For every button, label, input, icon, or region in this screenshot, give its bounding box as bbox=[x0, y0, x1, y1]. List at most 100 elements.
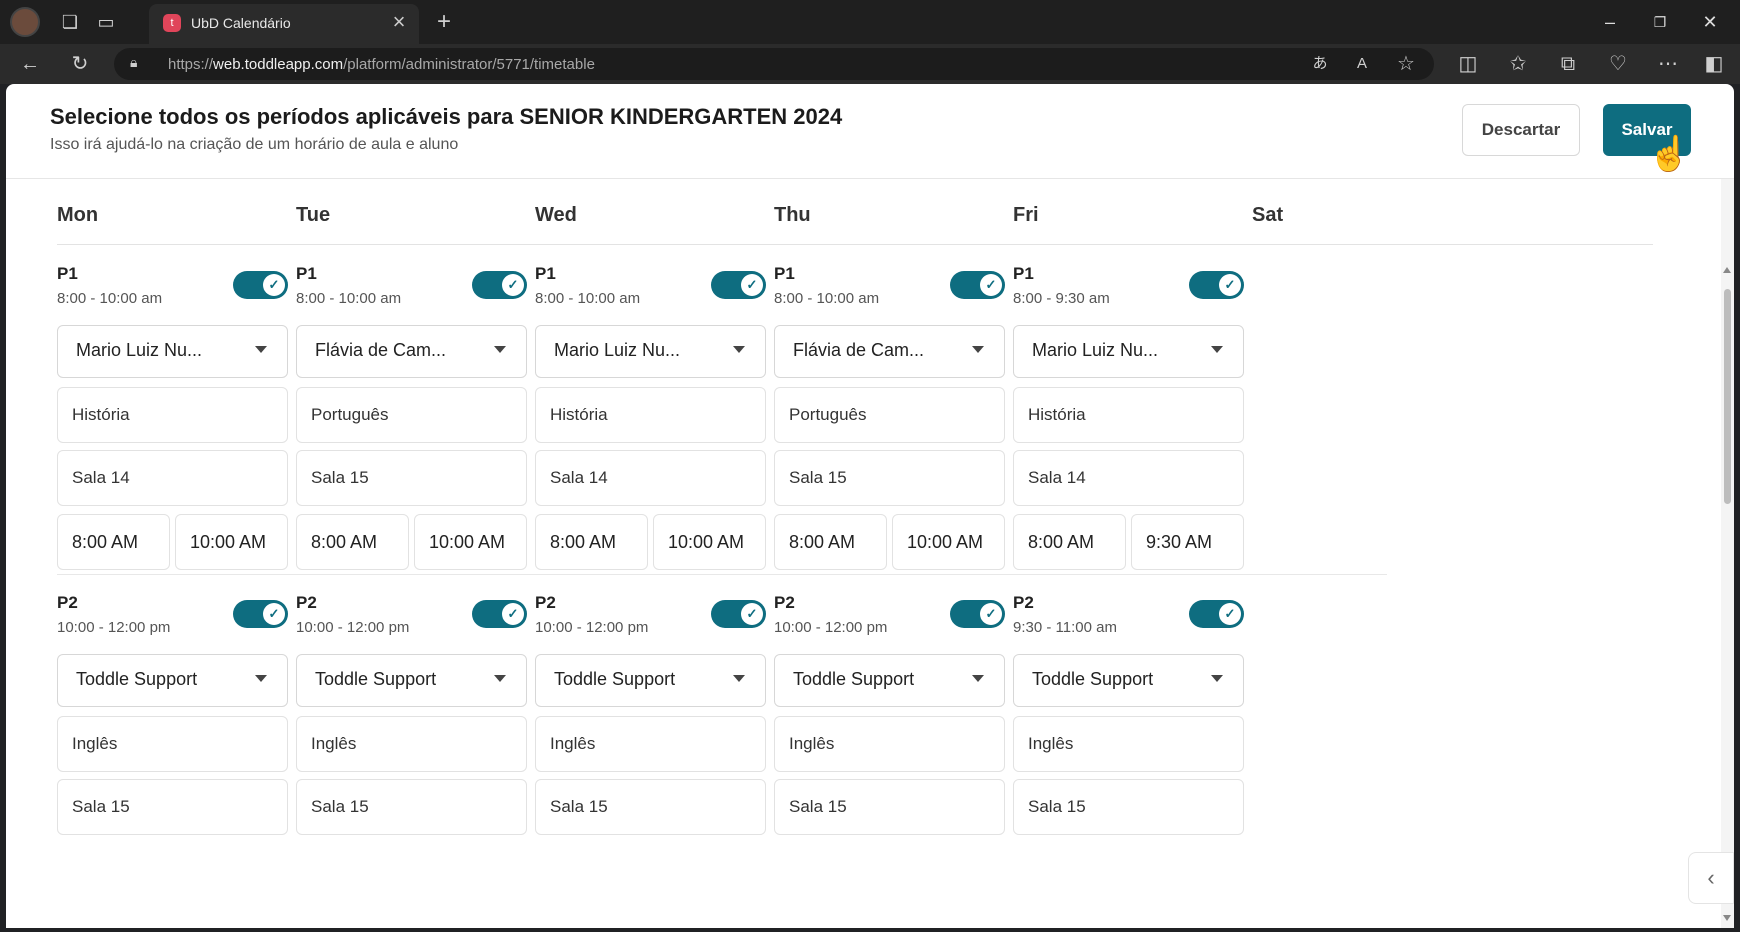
tab-title: UbD Calendário bbox=[191, 15, 291, 31]
new-tab-icon[interactable]: + bbox=[430, 8, 458, 36]
browser-tab[interactable]: t UbD Calendário × bbox=[149, 4, 419, 44]
favorite-star-icon[interactable]: ☆ bbox=[1392, 50, 1420, 78]
teacher-select[interactable]: Mario Luiz Nu... bbox=[535, 325, 766, 378]
period-time: 10:00 - 12:00 pm bbox=[774, 619, 888, 636]
end-time-field[interactable]: 9:30 AM bbox=[1131, 514, 1244, 570]
room-field[interactable]: Sala 15 bbox=[296, 450, 527, 506]
start-time-field[interactable]: 8:00 AM bbox=[1013, 514, 1126, 570]
subject-field[interactable]: Português bbox=[774, 387, 1005, 443]
start-time-field[interactable]: 8:00 AM bbox=[535, 514, 648, 570]
teacher-select[interactable]: Flávia de Cam... bbox=[296, 325, 527, 378]
scrollbar-thumb[interactable] bbox=[1724, 289, 1731, 504]
discard-button[interactable]: Descartar bbox=[1462, 104, 1580, 156]
toddle-favicon-icon: t bbox=[163, 14, 181, 32]
teacher-select-value: Mario Luiz Nu... bbox=[1032, 340, 1159, 360]
restore-icon[interactable]: ❐ bbox=[1640, 8, 1680, 36]
room-field[interactable]: Sala 15 bbox=[535, 779, 766, 835]
period-enabled-toggle[interactable]: ✓ bbox=[1189, 271, 1244, 299]
room-field[interactable]: Sala 14 bbox=[1013, 450, 1244, 506]
profile-avatar[interactable] bbox=[10, 7, 40, 37]
subject-field[interactable]: Inglês bbox=[535, 716, 766, 772]
end-time-field[interactable]: 10:00 AM bbox=[892, 514, 1005, 570]
chevron-down-icon bbox=[255, 675, 267, 682]
collapse-panel-button[interactable]: ‹ bbox=[1688, 852, 1734, 904]
period-card-p2: P2 10:00 - 12:00 pm ✓ Toddle Support Inglês S… bbox=[296, 593, 527, 893]
read-aloud-icon[interactable]: A bbox=[1348, 50, 1376, 78]
chevron-down-icon bbox=[733, 675, 745, 682]
period-enabled-toggle[interactable]: ✓ bbox=[1189, 600, 1244, 628]
room-field[interactable]: Sala 14 bbox=[535, 450, 766, 506]
subject-field[interactable]: Inglês bbox=[57, 716, 288, 772]
end-time-field[interactable]: 10:00 AM bbox=[414, 514, 527, 570]
period-label: P1 bbox=[535, 264, 556, 283]
teacher-select[interactable]: Flávia de Cam... bbox=[774, 325, 1005, 378]
subject-value: Inglês bbox=[311, 734, 357, 753]
room-field[interactable]: Sala 15 bbox=[296, 779, 527, 835]
period-enabled-toggle[interactable]: ✓ bbox=[950, 271, 1005, 299]
subject-field[interactable]: História bbox=[535, 387, 766, 443]
address-bar[interactable]: 🔒︎ https://web.toddleapp.com/platform/ad… bbox=[114, 48, 1434, 80]
split-screen-icon[interactable]: ◫ bbox=[1454, 50, 1482, 78]
workspaces-icon[interactable]: ❏ bbox=[56, 8, 84, 36]
browser-essentials-icon[interactable]: ♡ bbox=[1604, 50, 1632, 78]
period-enabled-toggle[interactable]: ✓ bbox=[711, 271, 766, 299]
teacher-select[interactable]: Toddle Support bbox=[1013, 654, 1244, 707]
teacher-select[interactable]: Toddle Support bbox=[296, 654, 527, 707]
subject-field[interactable]: Português bbox=[296, 387, 527, 443]
subject-field[interactable]: História bbox=[1013, 387, 1244, 443]
teacher-select-value: Toddle Support bbox=[315, 669, 437, 689]
browser-titlebar: ❏ ▭ t UbD Calendário × + – ❐ ✕ bbox=[0, 0, 1740, 44]
check-icon: ✓ bbox=[741, 274, 763, 296]
refresh-icon[interactable]: ↻ bbox=[66, 50, 94, 78]
room-value: Sala 15 bbox=[72, 797, 130, 816]
period-enabled-toggle[interactable]: ✓ bbox=[472, 271, 527, 299]
subject-field[interactable]: Inglês bbox=[774, 716, 1005, 772]
period-label: P1 bbox=[57, 264, 78, 283]
start-time-field[interactable]: 8:00 AM bbox=[57, 514, 170, 570]
teacher-select[interactable]: Mario Luiz Nu... bbox=[1013, 325, 1244, 378]
period-label: P1 bbox=[296, 264, 317, 283]
collections-icon[interactable]: ⧉ bbox=[1554, 50, 1582, 78]
period-enabled-toggle[interactable]: ✓ bbox=[711, 600, 766, 628]
room-value: Sala 15 bbox=[1028, 797, 1086, 816]
period-time: 8:00 - 10:00 am bbox=[296, 290, 402, 307]
teacher-select[interactable]: Toddle Support bbox=[57, 654, 288, 707]
period-card-p1: P1 8:00 - 10:00 am ✓ Mario Luiz Nu... Histór… bbox=[535, 264, 766, 570]
subject-value: História bbox=[1028, 405, 1086, 424]
scroll-up-icon[interactable] bbox=[1723, 267, 1731, 273]
period-enabled-toggle[interactable]: ✓ bbox=[950, 600, 1005, 628]
more-options-icon[interactable]: ⋯ bbox=[1654, 50, 1682, 78]
teacher-select[interactable]: Toddle Support bbox=[774, 654, 1005, 707]
chevron-down-icon bbox=[1211, 346, 1223, 353]
end-time-field[interactable]: 10:00 AM bbox=[653, 514, 766, 570]
scrollbar[interactable] bbox=[1721, 179, 1734, 928]
end-time-field[interactable]: 10:00 AM bbox=[175, 514, 288, 570]
close-window-icon[interactable]: ✕ bbox=[1690, 8, 1730, 36]
room-field[interactable]: Sala 15 bbox=[57, 779, 288, 835]
minimize-icon[interactable]: – bbox=[1590, 8, 1630, 36]
room-field[interactable]: Sala 15 bbox=[774, 779, 1005, 835]
close-tab-icon[interactable]: × bbox=[385, 8, 413, 36]
teacher-select[interactable]: Mario Luiz Nu... bbox=[57, 325, 288, 378]
tab-actions-icon[interactable]: ▭ bbox=[92, 8, 120, 36]
subject-field[interactable]: Inglês bbox=[296, 716, 527, 772]
period-enabled-toggle[interactable]: ✓ bbox=[472, 600, 527, 628]
room-field[interactable]: Sala 14 bbox=[57, 450, 288, 506]
back-icon[interactable]: ← bbox=[16, 50, 44, 78]
sidebar-icon[interactable]: ◧ bbox=[1700, 50, 1728, 78]
start-time-field[interactable]: 8:00 AM bbox=[296, 514, 409, 570]
room-field[interactable]: Sala 15 bbox=[774, 450, 1005, 506]
translate-icon[interactable]: あ bbox=[1306, 50, 1334, 78]
subject-field[interactable]: Inglês bbox=[1013, 716, 1244, 772]
scroll-down-icon[interactable] bbox=[1723, 915, 1731, 921]
subject-field[interactable]: História bbox=[57, 387, 288, 443]
room-value: Sala 15 bbox=[550, 797, 608, 816]
period-time: 10:00 - 12:00 pm bbox=[57, 619, 171, 636]
favorites-icon[interactable]: ✩ bbox=[1504, 50, 1532, 78]
teacher-select[interactable]: Toddle Support bbox=[535, 654, 766, 707]
room-field[interactable]: Sala 15 bbox=[1013, 779, 1244, 835]
day-header-mon: Mon bbox=[57, 204, 99, 226]
start-time-field[interactable]: 8:00 AM bbox=[774, 514, 887, 570]
period-enabled-toggle[interactable]: ✓ bbox=[233, 271, 288, 299]
period-enabled-toggle[interactable]: ✓ bbox=[233, 600, 288, 628]
